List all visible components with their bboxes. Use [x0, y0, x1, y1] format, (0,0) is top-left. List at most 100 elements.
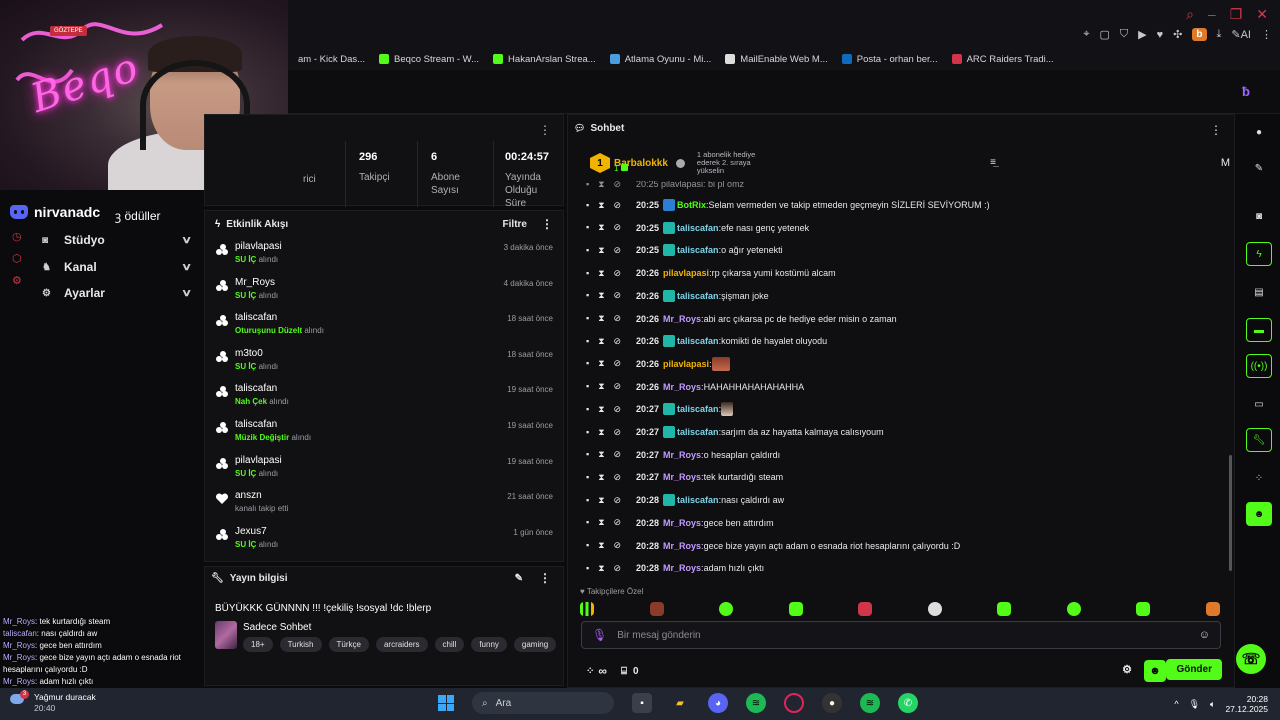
message-username[interactable]: BotRix — [677, 200, 706, 210]
more-options-icon[interactable]: ⋮ — [1210, 123, 1222, 137]
rewards-icon[interactable]: ⬡ — [12, 252, 22, 265]
extensions-icon[interactable]: ✣ — [1173, 28, 1182, 41]
pin-icon[interactable]: ▪ — [586, 200, 589, 211]
activity-item[interactable]: taliscafan Nah Çek alındı 19 saat önce — [205, 379, 563, 415]
bookmark-item[interactable]: MailEnable Web M... — [725, 54, 828, 65]
tag-pill[interactable]: Türkçe — [328, 637, 369, 652]
edit-icon[interactable]: ✎ — [515, 573, 523, 584]
sidebar-item-settings[interactable]: ⚙ Ayarlar ∨ — [42, 286, 192, 300]
more-options-icon[interactable]: ⋮ — [539, 571, 551, 585]
file-explorer-icon[interactable]: ▰ — [670, 693, 690, 713]
bookmark-item[interactable]: am - Kick Das... — [298, 54, 365, 65]
minimize-button[interactable]: – — [1208, 6, 1216, 23]
whatsapp-icon[interactable]: ✆ — [898, 693, 918, 713]
timeout-icon[interactable]: ⧗ — [598, 381, 604, 392]
heart-icon[interactable]: ♥ — [1157, 29, 1164, 41]
ban-icon[interactable]: ⊘ — [614, 449, 622, 460]
emote-angry-icon[interactable] — [858, 602, 873, 616]
chat-sort-icon[interactable]: ≡̲ — [990, 157, 996, 168]
pin-icon[interactable]: ▪ — [586, 563, 589, 574]
ban-icon[interactable]: ⊘ — [614, 181, 622, 190]
mic-icon[interactable]: 🎙︎ — [592, 628, 607, 642]
pin-icon[interactable]: ▪ — [586, 540, 589, 551]
maximize-button[interactable]: ❐ — [1230, 6, 1243, 23]
ban-icon[interactable]: ⊘ — [614, 222, 622, 233]
activity-item[interactable]: anszn kanalı takip etti 21 saat önce — [205, 486, 563, 522]
info-icon[interactable]: ● — [1246, 120, 1272, 144]
taskbar-search[interactable]: ⌕ Ara — [472, 692, 614, 714]
ban-icon[interactable]: ⊘ — [614, 358, 622, 369]
message-username[interactable]: taliscafan — [677, 404, 719, 414]
timeout-icon[interactable]: ⧗ — [598, 517, 604, 528]
message-username[interactable]: taliscafan — [677, 291, 719, 301]
message-username[interactable]: Mr_Roys — [663, 563, 701, 573]
gift-box-icon[interactable]: ⌸ — [621, 666, 627, 677]
activity-item[interactable]: Jexus7 SU İÇ alındı 1 gün önce — [205, 522, 563, 558]
bot-icon[interactable]: ☻ — [1246, 502, 1272, 526]
timeout-icon[interactable]: ⧗ — [598, 290, 604, 301]
pin-icon[interactable]: ▪ — [586, 268, 589, 279]
pin-icon[interactable]: ▪ — [586, 181, 589, 190]
pin-icon[interactable]: ▪ — [586, 245, 589, 256]
play-icon[interactable]: ▶ — [1138, 28, 1146, 41]
bookmark-item[interactable]: HakanArslan Strea... — [493, 54, 596, 65]
emote-green-icon[interactable] — [719, 602, 734, 616]
tag-pill[interactable]: gaming — [513, 637, 557, 652]
ban-icon[interactable]: ⊘ — [614, 313, 622, 324]
emote-burger-icon[interactable] — [1205, 602, 1220, 616]
message-username[interactable]: Mr_Roys — [663, 314, 701, 324]
more-options-icon[interactable]: ⋮ — [539, 123, 551, 137]
bolt-icon[interactable]: ϟ — [1246, 242, 1272, 266]
extension-logo-icon[interactable]: ƀ — [1242, 84, 1250, 99]
layout-icon[interactable]: ▭ — [1246, 392, 1272, 416]
pin-icon[interactable]: ▪ — [586, 427, 589, 438]
emote-kick-icon[interactable] — [580, 602, 594, 616]
ban-icon[interactable]: ⊘ — [614, 290, 622, 301]
chat-scrollbar[interactable] — [1229, 455, 1232, 571]
opera-icon[interactable] — [784, 693, 804, 713]
chat-input[interactable] — [617, 629, 1199, 641]
pin-icon[interactable]: ▪ — [586, 381, 589, 392]
ban-icon[interactable]: ⊘ — [614, 495, 622, 506]
tag-pill[interactable]: chill — [434, 637, 465, 652]
help-bubble-icon[interactable]: ☏ — [1236, 644, 1266, 674]
ban-icon[interactable]: ⊘ — [614, 245, 622, 256]
timeout-icon[interactable]: ⧗ — [598, 313, 604, 324]
menu-icon[interactable]: ⋮ — [1261, 28, 1272, 41]
emoji-icon[interactable]: ☺ — [1199, 629, 1210, 641]
pin-icon[interactable]: ▪ — [586, 449, 589, 460]
task-view-icon[interactable]: ▪ — [632, 693, 652, 713]
ban-icon[interactable]: ⊘ — [614, 517, 622, 528]
bookmark-item[interactable]: Atlama Oyunu - Mi... — [609, 54, 711, 65]
timeout-icon[interactable]: ⧗ — [598, 336, 604, 347]
ban-icon[interactable]: ⊘ — [614, 381, 622, 392]
message-username[interactable]: taliscafan — [677, 223, 719, 233]
timeout-icon[interactable]: ⧗ — [598, 427, 604, 438]
settings-mini-icon[interactable]: ⚙ — [12, 274, 22, 287]
document-icon[interactable]: ▤ — [1246, 280, 1272, 304]
wrench-icon[interactable]: 🔧︎ — [1246, 428, 1272, 452]
tag-pill[interactable]: funny — [471, 637, 507, 652]
search-icon[interactable]: ⌕ — [1186, 6, 1194, 23]
timeout-icon[interactable]: ⧗ — [598, 181, 604, 190]
bookmark-item[interactable]: Beqco Stream - W... — [379, 54, 479, 65]
timeout-icon[interactable]: ⧗ — [598, 404, 604, 415]
pin-icon[interactable]: ▪ — [586, 517, 589, 528]
close-button[interactable]: ✕ — [1256, 6, 1268, 23]
message-username[interactable]: taliscafan — [677, 336, 719, 346]
emote-cup-icon[interactable] — [788, 602, 803, 616]
message-username[interactable]: Mr_Roys — [663, 450, 701, 460]
rewards-label[interactable]: ꝫ ödüller — [115, 207, 161, 224]
ban-icon[interactable]: ⊘ — [614, 336, 622, 347]
camera-icon[interactable]: ◙ — [1246, 204, 1272, 228]
activity-item[interactable]: pilavlapasi SU İÇ alındı 19 saat önce — [205, 451, 563, 487]
pin-icon[interactable]: ▪ — [586, 290, 589, 301]
activity-item[interactable]: Mr_Roys SU İÇ alındı 4 dakika önce — [205, 273, 563, 309]
timeout-icon[interactable]: ⧗ — [598, 563, 604, 574]
emote-blob-icon[interactable] — [997, 602, 1012, 616]
emote-smile-icon[interactable] — [1136, 602, 1151, 616]
volume-icon[interactable]: 🔈︎ — [1210, 699, 1215, 710]
pin-icon[interactable]: ▪ — [586, 495, 589, 506]
timeout-icon[interactable]: ⧗ — [598, 472, 604, 483]
timeout-icon[interactable]: ⧗ — [598, 449, 604, 460]
